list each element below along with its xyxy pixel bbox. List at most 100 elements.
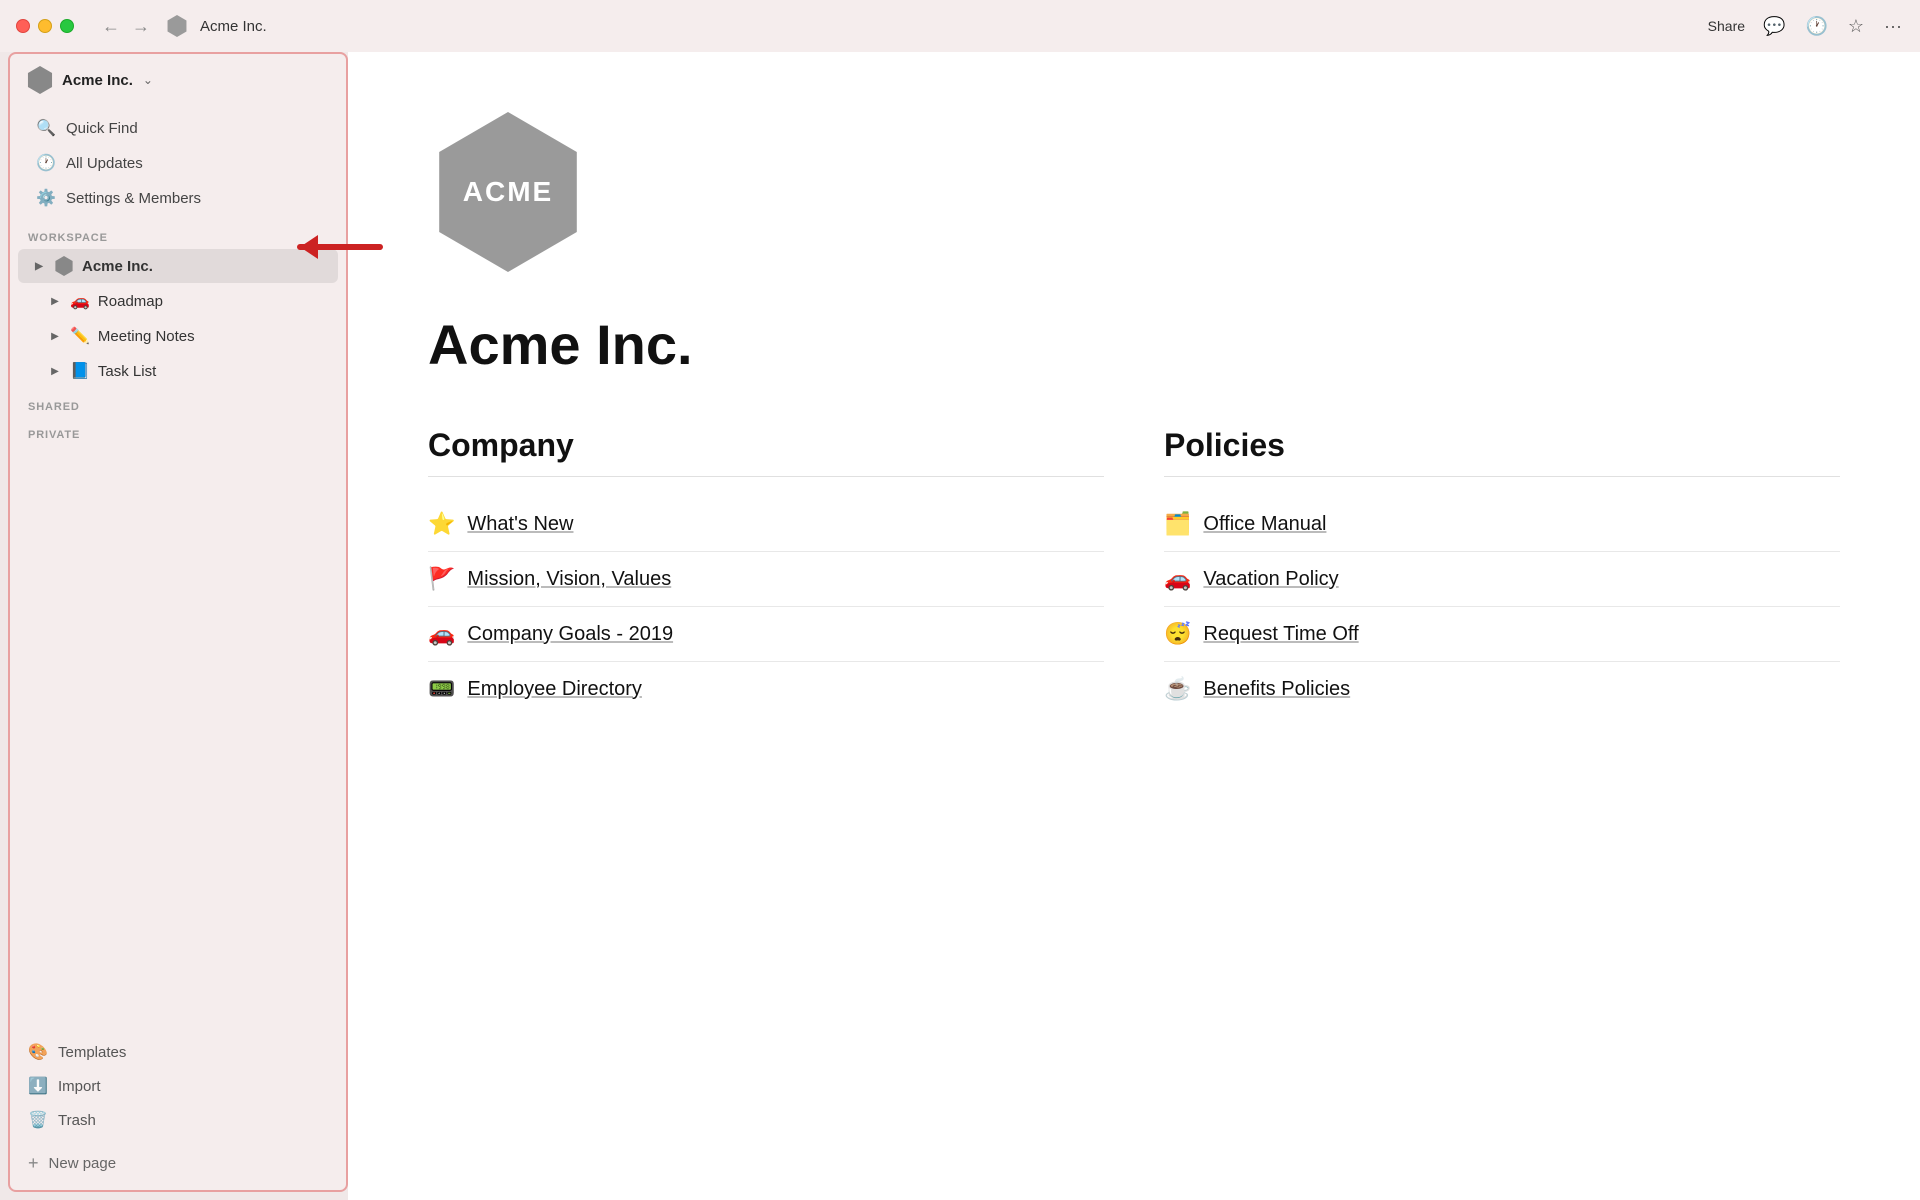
content-grid: Company ⭐ What's New 🚩 Mission, Vision, … xyxy=(428,427,1840,716)
link-label: Benefits Policies xyxy=(1203,678,1350,701)
tree-item-label: Task List xyxy=(98,363,156,380)
link-whats-new[interactable]: ⭐ What's New xyxy=(428,497,1104,552)
link-request-time-off[interactable]: 😴 Request Time Off xyxy=(1164,607,1840,662)
link-label: What's New xyxy=(467,513,573,536)
link-office-manual[interactable]: 🗂️ Office Manual xyxy=(1164,497,1840,552)
sidebar-bottom: 🎨 Templates ⬇️ Import 🗑️ Trash xyxy=(10,1031,346,1141)
main-content: ACME Acme Inc. Company ⭐ What's New xyxy=(348,52,1920,1200)
link-company-goals[interactable]: 🚗 Company Goals - 2019 xyxy=(428,607,1104,662)
link-employee-directory[interactable]: 📟 Employee Directory xyxy=(428,662,1104,716)
policies-section: Policies 🗂️ Office Manual 🚗 Vacation Pol… xyxy=(1164,427,1840,716)
policies-heading: Policies xyxy=(1164,427,1840,477)
sidebar-item-label: Quick Find xyxy=(66,120,138,137)
sidebar-nav: 🔍 Quick Find 🕐 All Updates ⚙️ Settings &… xyxy=(10,106,346,220)
expand-icon: ▶ xyxy=(48,366,62,377)
car-icon: 🚗 xyxy=(428,621,455,647)
sidebar-bottom-label: Import xyxy=(58,1078,101,1095)
company-links: ⭐ What's New 🚩 Mission, Vision, Values 🚗… xyxy=(428,497,1104,716)
history-icon[interactable]: 🕐 xyxy=(1803,14,1829,39)
manual-icon: 🗂️ xyxy=(1164,511,1191,537)
page-title: Acme Inc. xyxy=(428,312,1840,377)
link-benefits-policies[interactable]: ☕ Benefits Policies xyxy=(1164,662,1840,716)
section-shared-label: SHARED xyxy=(10,389,346,417)
clock-icon: 🕐 xyxy=(36,153,56,173)
traffic-lights xyxy=(16,19,74,33)
link-label: Mission, Vision, Values xyxy=(467,568,671,591)
close-button[interactable] xyxy=(16,19,30,33)
title-bar: ← → Acme Inc. Share 💬 🕐 ☆ ··· xyxy=(0,0,1920,52)
link-label: Company Goals - 2019 xyxy=(467,623,673,646)
back-button[interactable]: ← xyxy=(98,14,124,39)
sidebar-bottom-label: Templates xyxy=(58,1044,126,1061)
roadmap-icon: 🚗 xyxy=(70,291,90,311)
vacation-icon: 🚗 xyxy=(1164,566,1191,592)
sidebar-item-all-updates[interactable]: 🕐 All Updates xyxy=(18,146,338,180)
tree-item-label: Acme Inc. xyxy=(82,258,153,275)
acme-tree-icon xyxy=(54,256,74,276)
trash-icon: 🗑️ xyxy=(28,1110,48,1130)
expand-icon: ▶ xyxy=(48,296,62,307)
titlebar-actions: Share 💬 🕐 ☆ ··· xyxy=(1708,14,1904,39)
task-list-icon: 📘 xyxy=(70,361,90,381)
minimize-button[interactable] xyxy=(38,19,52,33)
sidebar-item-templates[interactable]: 🎨 Templates xyxy=(10,1035,346,1069)
directory-icon: 📟 xyxy=(428,676,455,702)
sidebar-item-label: Settings & Members xyxy=(66,190,201,207)
more-options-icon[interactable]: ··· xyxy=(1882,14,1904,39)
acme-logo-text: ACME xyxy=(463,176,553,208)
expand-icon: ▶ xyxy=(48,331,62,342)
star-icon: ⭐ xyxy=(428,511,455,537)
tree-item-label: Meeting Notes xyxy=(98,328,195,345)
tree-item-acme-inc[interactable]: ▶ Acme Inc. xyxy=(18,249,338,283)
sidebar-item-trash[interactable]: 🗑️ Trash xyxy=(10,1103,346,1137)
forward-button[interactable]: → xyxy=(128,14,154,39)
page-logo: ACME xyxy=(428,112,1840,272)
favorites-icon[interactable]: ☆ xyxy=(1846,14,1866,39)
tree-item-meeting-notes[interactable]: ▶ ✏️ Meeting Notes xyxy=(18,319,338,353)
import-icon: ⬇️ xyxy=(28,1076,48,1096)
titlebar-page-name: Acme Inc. xyxy=(200,18,267,35)
sidebar-item-quick-find[interactable]: 🔍 Quick Find xyxy=(18,111,338,145)
policies-links: 🗂️ Office Manual 🚗 Vacation Policy 😴 Req… xyxy=(1164,497,1840,716)
nav-arrows: ← → xyxy=(98,14,154,39)
sidebar: Acme Inc. ⌄ 🔍 Quick Find 🕐 All Updates ⚙… xyxy=(8,52,348,1192)
workspace-tree: ▶ Acme Inc. ▶ 🚗 Roadmap ▶ ✏️ Meeting Not… xyxy=(10,248,346,389)
workspace-name: Acme Inc. xyxy=(62,72,133,89)
meeting-notes-icon: ✏️ xyxy=(70,326,90,346)
sidebar-item-import[interactable]: ⬇️ Import xyxy=(10,1069,346,1103)
link-label: Request Time Off xyxy=(1203,623,1358,646)
workspace-header[interactable]: Acme Inc. ⌄ xyxy=(10,54,346,106)
sidebar-bottom-label: Trash xyxy=(58,1112,96,1129)
link-label: Employee Directory xyxy=(467,678,642,701)
link-mission-vision[interactable]: 🚩 Mission, Vision, Values xyxy=(428,552,1104,607)
workspace-icon xyxy=(26,66,54,94)
gear-icon: ⚙️ xyxy=(36,188,56,208)
flag-icon: 🚩 xyxy=(428,566,455,592)
chevron-down-icon: ⌄ xyxy=(143,73,153,87)
company-section: Company ⭐ What's New 🚩 Mission, Vision, … xyxy=(428,427,1104,716)
tree-item-task-list[interactable]: ▶ 📘 Task List xyxy=(18,354,338,388)
plus-icon: + xyxy=(28,1153,39,1174)
share-button[interactable]: Share xyxy=(1708,18,1745,34)
comments-icon[interactable]: 💬 xyxy=(1761,14,1787,39)
workspace-icon-small xyxy=(166,15,188,37)
timeoff-icon: 😴 xyxy=(1164,621,1191,647)
tree-item-label: Roadmap xyxy=(98,293,163,310)
benefits-icon: ☕ xyxy=(1164,676,1191,702)
maximize-button[interactable] xyxy=(60,19,74,33)
company-heading: Company xyxy=(428,427,1104,477)
templates-icon: 🎨 xyxy=(28,1042,48,1062)
link-label: Vacation Policy xyxy=(1203,568,1338,591)
sidebar-item-label: All Updates xyxy=(66,155,143,172)
section-private-label: PRIVATE xyxy=(10,417,346,445)
search-icon: 🔍 xyxy=(36,118,56,138)
sidebar-item-settings[interactable]: ⚙️ Settings & Members xyxy=(18,181,338,215)
section-workspace-label: WORKSPACE xyxy=(10,220,346,248)
acme-logo-hex: ACME xyxy=(428,112,588,272)
expand-icon: ▶ xyxy=(32,261,46,272)
tree-item-roadmap[interactable]: ▶ 🚗 Roadmap xyxy=(18,284,338,318)
new-page-button[interactable]: + New page xyxy=(10,1145,346,1182)
new-page-label: New page xyxy=(49,1155,117,1172)
link-label: Office Manual xyxy=(1203,513,1326,536)
link-vacation-policy[interactable]: 🚗 Vacation Policy xyxy=(1164,552,1840,607)
